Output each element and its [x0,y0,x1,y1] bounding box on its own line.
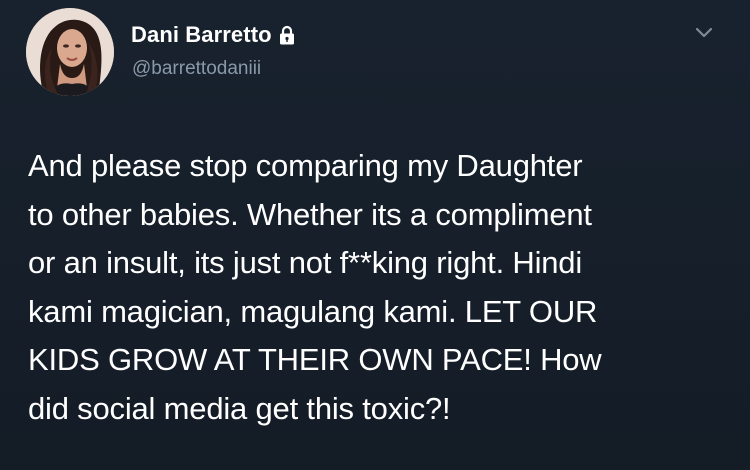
chevron-down-icon[interactable] [694,26,714,40]
display-name[interactable]: Dani Barretto [131,22,272,48]
avatar[interactable] [26,8,114,96]
tweet-text-line: And please stop comparing my Daughter [28,148,583,183]
lock-icon [279,25,295,45]
tweet-text: And please stop comparing my Daughter to… [28,142,740,433]
tweet-text-line: kami magician, magulang kami. LET OUR [28,293,598,329]
tweet-text-line: to other babies. Whether its a complimen… [28,196,592,232]
name-row: Dani Barretto [131,22,295,48]
tweet-text-line: or an insult, its just not f**king right… [28,245,583,280]
tweet-card: Dani Barretto @barrettodaniii And please… [0,0,750,470]
tweet-text-line: KIDS GROW AT THEIR OWN PACE! How [28,342,602,377]
user-handle[interactable]: @barrettodaniii [132,58,261,80]
tweet-text-line: did social media get this toxic?! [28,390,451,426]
